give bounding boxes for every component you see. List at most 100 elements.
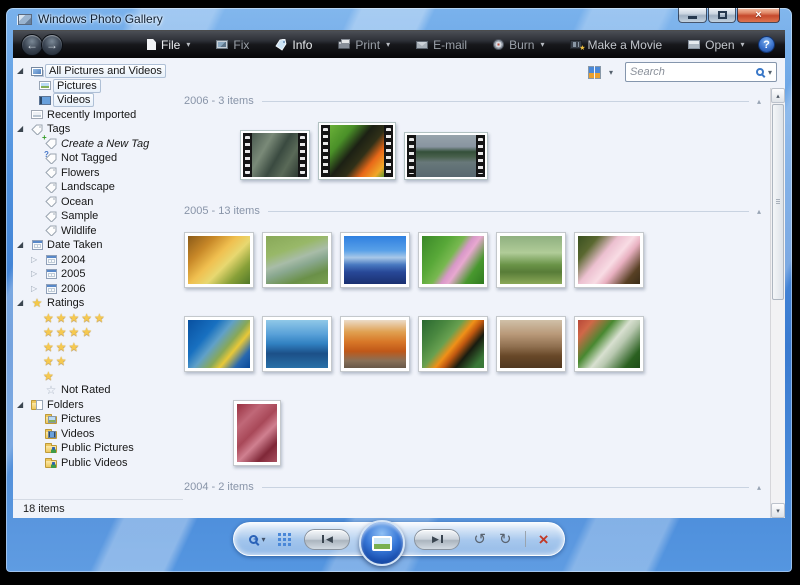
- dropdown-caret-icon: ▾: [261, 535, 265, 544]
- search-options-caret-icon[interactable]: ▾: [768, 68, 772, 77]
- forward-icon: →: [46, 38, 58, 52]
- shared-folder-icon: [43, 456, 59, 469]
- video-thumbnail-row: [240, 122, 761, 180]
- photo-thumbnail-desert-oryx[interactable]: [340, 316, 410, 372]
- file-menu-button[interactable]: File ▾: [147, 38, 190, 52]
- sidebar-item-5-stars[interactable]: ★★★★★: [13, 311, 183, 326]
- maximize-button[interactable]: [708, 8, 736, 23]
- back-button[interactable]: ←: [21, 34, 43, 56]
- sidebar-item-2004[interactable]: ▷ 2004: [13, 253, 183, 268]
- sidebar-item-4-stars[interactable]: ★★★★: [13, 325, 183, 340]
- photo-thumbnail-toucan[interactable]: [418, 316, 488, 372]
- sidebar-item-wildlife[interactable]: Wildlife: [13, 224, 183, 239]
- photo-thumbnail-waterfall-ferns[interactable]: [574, 316, 644, 372]
- sidebar-item-create-a-new-tag[interactable]: + Create a New Tag: [13, 137, 183, 152]
- content-area: ◢ All Pictures and Videos Pictures Video…: [13, 58, 785, 518]
- forward-button[interactable]: →: [41, 34, 63, 56]
- make-a-movie-button[interactable]: Make a Movie: [570, 38, 662, 52]
- vertical-scrollbar[interactable]: ▴ ▾: [770, 88, 785, 518]
- sidebar-item-folder-videos[interactable]: Videos: [13, 427, 183, 442]
- next-button[interactable]: ▶: [414, 529, 460, 550]
- video-thumbnail-lake-with-ducks[interactable]: [404, 132, 488, 180]
- email-button[interactable]: E-mail: [416, 38, 467, 52]
- sidebar-item-public-pictures[interactable]: Public Pictures: [13, 441, 183, 456]
- fix-button[interactable]: Fix: [216, 38, 249, 52]
- sidebar-item-ocean[interactable]: Ocean: [13, 195, 183, 210]
- minimize-button[interactable]: [678, 8, 707, 23]
- close-button[interactable]: ×: [737, 8, 780, 23]
- sidebar-item-ratings[interactable]: ◢ ★ Ratings: [13, 296, 183, 311]
- sidebar-item-public-videos[interactable]: Public Videos: [13, 456, 183, 471]
- sidebar-item-pictures[interactable]: Pictures: [13, 79, 183, 94]
- sidebar-item-3-stars[interactable]: ★★★: [13, 340, 183, 355]
- calendar-icon: [43, 268, 59, 281]
- delete-button[interactable]: ×: [539, 531, 549, 548]
- previous-button[interactable]: ◀: [304, 529, 350, 550]
- sidebar-item-date-taken[interactable]: ◢ Date Taken: [13, 238, 183, 253]
- photo-thumbnail-whale-tail[interactable]: [262, 316, 332, 372]
- sidebar-item-folder-pictures[interactable]: Pictures: [13, 412, 183, 427]
- expand-arrow-icon[interactable]: ◢: [17, 401, 29, 409]
- expand-arrow-icon[interactable]: ◢: [17, 299, 29, 307]
- slideshow-button[interactable]: [359, 520, 405, 566]
- sidebar-item-folders[interactable]: ◢ Folders: [13, 398, 183, 413]
- collapse-group-icon[interactable]: ▴: [757, 483, 761, 492]
- photo-thumbnail-pink-wildflowers[interactable]: [418, 232, 488, 288]
- scroll-down-button[interactable]: ▾: [771, 503, 785, 518]
- search-box[interactable]: ▾: [625, 62, 777, 82]
- sidebar-item-sample[interactable]: Sample: [13, 209, 183, 224]
- zoom-button[interactable]: ▾: [249, 535, 265, 544]
- photo-thumbnail-meadow-stream[interactable]: [262, 232, 332, 288]
- sidebar-item-tags[interactable]: ◢ Tags: [13, 122, 183, 137]
- sidebar-item-recently-imported[interactable]: Recently Imported: [13, 108, 183, 123]
- sidebar-item-2-stars[interactable]: ★★: [13, 354, 183, 369]
- photo-thumbnail-frosted-leaves[interactable]: [233, 400, 281, 466]
- previous-icon: ◀: [326, 534, 333, 545]
- sidebar-item-1-star[interactable]: ★: [13, 369, 183, 384]
- photo-thumbnail-sea-turtle[interactable]: [184, 316, 254, 372]
- collapsed-arrow-icon[interactable]: ▷: [31, 285, 43, 293]
- scrollbar-thumb[interactable]: [772, 104, 784, 300]
- help-button[interactable]: ?: [758, 36, 775, 53]
- sidebar-item-landscape[interactable]: Landscape: [13, 180, 183, 195]
- video-thumbnail-bird-on-river[interactable]: [240, 130, 310, 180]
- expand-arrow-icon[interactable]: ◢: [17, 241, 29, 249]
- sidebar-item-2005[interactable]: ▷ 2005: [13, 267, 183, 282]
- rotate-counterclockwise-button[interactable]: ↺: [473, 532, 486, 547]
- fix-image-icon: [216, 40, 228, 49]
- print-menu-button[interactable]: Print ▾: [338, 38, 390, 52]
- collapsed-arrow-icon[interactable]: ▷: [31, 256, 43, 264]
- view-selector-button[interactable]: ▾: [584, 64, 617, 81]
- info-button[interactable]: Info: [275, 38, 312, 52]
- shared-folder-icon: [43, 442, 59, 455]
- sidebar-item-not-tagged[interactable]: ? Not Tagged: [13, 151, 183, 166]
- collapsed-arrow-icon[interactable]: ▷: [31, 270, 43, 278]
- video-thumbnail-butterfly-on-flower[interactable]: [318, 122, 396, 180]
- search-input[interactable]: [630, 66, 756, 78]
- expand-arrow-icon[interactable]: ◢: [17, 67, 29, 75]
- open-menu-button[interactable]: Open ▾: [688, 38, 744, 52]
- photo-thumbnail-ocean-pier[interactable]: [340, 232, 410, 288]
- collapse-group-icon[interactable]: ▴: [757, 207, 761, 216]
- scroll-up-button[interactable]: ▴: [771, 88, 785, 103]
- rotate-clockwise-button[interactable]: ↻: [499, 532, 512, 547]
- photo-thumbnail-plumeria[interactable]: [574, 232, 644, 288]
- sidebar-item-not-rated[interactable]: ☆ Not Rated: [13, 383, 183, 398]
- help-icon: ?: [763, 39, 770, 51]
- sidebar-item-flowers[interactable]: Flowers: [13, 166, 183, 181]
- photo-thumbnail-autumn-tree[interactable]: [184, 232, 254, 288]
- collapse-group-icon[interactable]: ▴: [757, 97, 761, 106]
- sidebar-item-videos[interactable]: Videos: [13, 93, 183, 108]
- folders-icon: [29, 398, 45, 411]
- sidebar-item-all-pictures-and-videos[interactable]: ◢ All Pictures and Videos: [13, 64, 183, 79]
- photo-thumbnail-forest-path[interactable]: [496, 232, 566, 288]
- thumbnail-view-button[interactable]: [278, 533, 291, 546]
- photo-thumbnail-dusk-tree[interactable]: [496, 316, 566, 372]
- title-bar[interactable]: Windows Photo Gallery ×: [6, 8, 792, 30]
- burn-menu-button[interactable]: Burn ▾: [493, 38, 544, 52]
- sidebar-item-2006[interactable]: ▷ 2006: [13, 282, 183, 297]
- photo-gallery-window: Windows Photo Gallery × ← → File ▾ Fix: [6, 8, 792, 572]
- expand-arrow-icon[interactable]: ◢: [17, 125, 29, 133]
- search-icon[interactable]: [756, 68, 764, 76]
- picture-icon: [372, 536, 392, 551]
